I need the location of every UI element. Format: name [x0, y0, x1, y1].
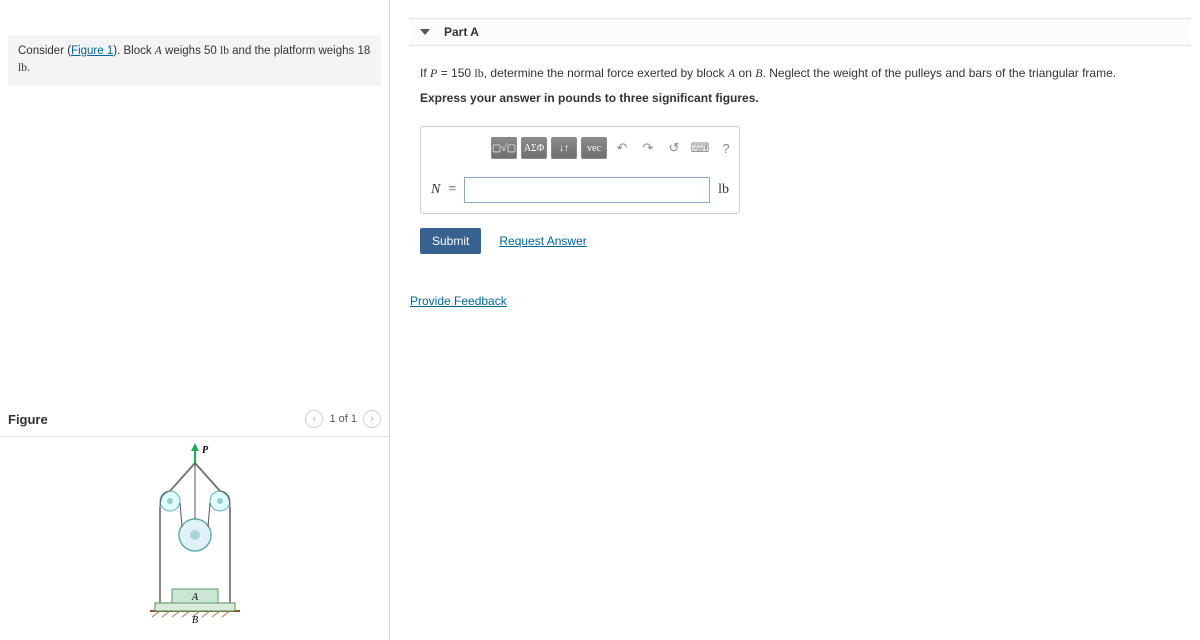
part-header[interactable]: Part A: [410, 18, 1190, 46]
templates-button[interactable]: ▢√▢: [491, 137, 517, 159]
text: . Neglect the weight of the pulleys and …: [763, 66, 1117, 80]
submit-button[interactable]: Submit: [420, 228, 481, 254]
label-b: B: [191, 615, 197, 626]
greek-button[interactable]: ΑΣΦ: [521, 137, 547, 159]
text: If: [420, 66, 430, 80]
vec-button[interactable]: vec: [581, 137, 607, 159]
var-a: A: [155, 45, 162, 57]
answer-lhs: N: [431, 182, 440, 198]
text: .: [27, 62, 30, 74]
undo-button[interactable]: ↶: [611, 137, 633, 159]
text: weighs 50: [162, 45, 220, 57]
chevron-down-icon: [420, 29, 430, 35]
text: on: [735, 66, 755, 80]
answer-unit: lb: [718, 182, 729, 198]
help-button[interactable]: ?: [715, 137, 737, 159]
provide-feedback-link[interactable]: Provide Feedback: [410, 294, 507, 308]
unit: lb: [18, 62, 27, 74]
text: , determine the normal force exerted by …: [484, 66, 728, 80]
part-title: Part A: [444, 25, 479, 39]
var-b: B: [755, 66, 762, 80]
figure-title: Figure: [8, 412, 48, 427]
unit: lb: [220, 45, 229, 57]
label-p: P: [202, 445, 209, 456]
answer-eq: =: [448, 182, 456, 198]
text: and the platform weighs 18: [229, 45, 370, 57]
text: Consider (: [18, 45, 71, 57]
label-a: A: [190, 592, 198, 603]
reset-button[interactable]: ↺: [663, 137, 685, 159]
figure-pager: ‹ 1 of 1 ›: [305, 410, 381, 428]
question-prompt: If P = 150 lb, determine the normal forc…: [410, 46, 1190, 112]
figure-link[interactable]: Figure 1: [71, 45, 113, 57]
prev-figure-button[interactable]: ‹: [305, 410, 323, 428]
answer-area: ▢√▢ ΑΣΦ ↓↑ vec ↶ ↷ ↺ ⌨ ? N = lb: [420, 126, 740, 214]
next-figure-button[interactable]: ›: [363, 410, 381, 428]
text: ). Block: [113, 45, 155, 57]
answer-input[interactable]: [464, 177, 710, 203]
figure-diagram: B A: [110, 443, 280, 633]
text: = 150: [437, 66, 474, 80]
unit: lb: [474, 66, 483, 80]
pager-text: 1 of 1: [329, 413, 357, 425]
instruction: Express your answer in pounds to three s…: [420, 89, 1180, 108]
request-answer-link[interactable]: Request Answer: [499, 234, 586, 248]
keyboard-button[interactable]: ⌨: [689, 137, 711, 159]
redo-button[interactable]: ↷: [637, 137, 659, 159]
problem-statement: Consider (Figure 1). Block A weighs 50 l…: [8, 35, 381, 86]
equation-toolbar: ▢√▢ ΑΣΦ ↓↑ vec ↶ ↷ ↺ ⌨ ?: [431, 137, 729, 159]
arrows-button[interactable]: ↓↑: [551, 137, 577, 159]
figure-panel: Figure ‹ 1 of 1 ›: [0, 410, 389, 633]
